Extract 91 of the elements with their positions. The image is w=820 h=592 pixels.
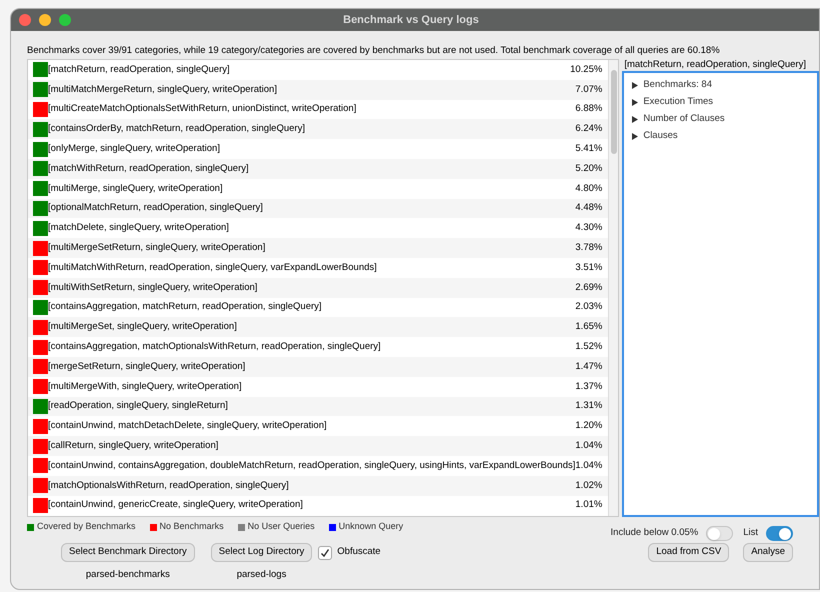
disclosure-icon [632,132,638,140]
minimize-button[interactable] [39,14,51,26]
category-name: [matchWithReturn, readOperation, singleQuery] [48,162,249,176]
tree-item[interactable]: Clauses [632,130,817,142]
category-share: 1.47% [575,360,602,374]
category-row[interactable]: [optionalMatchReturn, readOperation, singleQuery] 4.48% [28,198,608,218]
close-button[interactable] [19,14,31,26]
category-share: 3.78% [575,240,602,255]
toggle-label: List [743,526,758,540]
details-title: [matchReturn, readOperation, singleQuery] [623,59,807,71]
category-name: [matchReturn, readOperation, singleQuery] [48,62,230,77]
category-share: 4.80% [575,182,602,196]
category-share: 4.48% [575,201,602,216]
category-name: [containUnwind, matchDetachDelete, singleQuery, writeOperation] [48,419,327,434]
category-name: [containsAggregation, matchOptionalsWithReturn, readOperation, singleQuery] [48,340,381,354]
category-row[interactable]: [containUnwind, genericCreate, singleQuery, writeOperation] 1.01% [28,496,608,516]
category-name: [multiMergeSetReturn, singleQuery, writeOperation] [48,240,266,255]
category-row[interactable]: [containsOrderBy, matchReturn, readOperation, singleQuery] 6.24% [28,119,608,140]
tree-item[interactable]: Number of Clauses [632,113,817,125]
category-row[interactable]: [matchWithReturn, readOperation, singleQuery] 5.20% [28,158,608,179]
tree-item[interactable]: Execution Times [632,96,817,108]
category-name: [readOperation, singleQuery, singleReturn] [48,399,228,414]
category-share: 1.65% [575,320,602,334]
disclosure-icon [632,98,638,106]
category-share: 2.69% [575,280,602,295]
category-share: 3.51% [575,260,602,275]
category-row[interactable]: [containsAggregation, matchReturn, readOperation, singleQuery] 2.03% [28,298,608,318]
category-row[interactable]: [multiMatchMergeReturn, singleQuery, writeOperation] 7.07% [28,80,608,100]
category-row[interactable]: [multiMergeSet, singleQuery, writeOperation] 1.65% [28,317,608,338]
category-name: [multiMergeSet, singleQuery, writeOperation] [48,320,237,334]
category-row[interactable]: [readOperation, singleQuery, singleReturn] 1.31% [28,396,608,416]
category-share: 1.37% [575,380,602,394]
category-name: [multiMatchMergeReturn, singleQuery, writeOperation] [48,82,277,97]
tree-item[interactable]: Benchmarks: 84 [632,79,817,91]
category-share: 1.52% [575,340,602,354]
category-share: 1.01% [575,498,602,512]
disclosure-icon [632,116,638,122]
category-share: 1.04% [575,438,602,453]
category-name: [multiMatchWithReturn, readOperation, singleQuery, varExpandLowerBounds] [48,260,377,275]
category-name: [optionalMatchReturn, readOperation, singleQuery] [48,201,263,216]
summary-text: Benchmarks cover 39/91 categories, while 19 category/categories are covered by benchmarks but are not used. Total benchmark coverage of all queries are 60.18% [27,45,720,57]
category-name: [multiMerge, singleQuery, writeOperation] [48,182,223,196]
category-row[interactable]: [multiCreateMatchOptionalsSetWithReturn, unionDistinct, writeOperation] 6.88% [28,100,608,120]
action-button[interactable]: Analyse [743,543,793,562]
log-directory-label: parsed-logs [236,568,286,582]
toggle-switch[interactable] [766,526,793,541]
zoom-button[interactable] [59,14,71,26]
category-name: [containUnwind, genericCreate, singleQuery, writeOperation] [48,498,303,512]
category-row[interactable]: [mergeSetReturn, singleQuery, writeOperation] 1.47% [28,356,608,377]
toggle-label: Include below 0.05% [610,526,698,540]
category-row[interactable]: [callReturn, singleQuery, writeOperation] 1.04% [28,436,608,456]
scrollbar[interactable] [608,60,618,516]
legend-label: Covered by Benchmarks [37,520,136,534]
category-name: [mergeSetReturn, singleQuery, writeOperation] [48,360,246,374]
category-share: 1.04% [575,458,602,473]
category-name: [containUnwind, containsAggregation, doubleMatchReturn, readOperation, singleQuery, usingHints, varExpandLowerBounds] [48,458,576,473]
category-row[interactable]: [multiWithSetReturn, singleQuery, writeOperation] 2.69% [28,278,608,298]
category-share: 1.31% [575,399,602,414]
window-title: Benchmark vs Query logs [342,12,480,28]
category-share: 5.41% [575,142,602,156]
category-share: 6.88% [575,102,602,116]
legend-label: Unknown Query [338,520,404,534]
benchmark-directory-label: parsed-benchmarks [86,568,170,582]
toggle-switch[interactable] [706,526,734,541]
category-name: [containsOrderBy, matchReturn, readOperation, singleQuery] [48,122,305,136]
legend-label: No User Queries [248,520,315,534]
category-name: [multiCreateMatchOptionalsSetWithReturn, unionDistinct, writeOperation] [48,102,356,116]
obfuscate-label: Obfuscate [337,545,381,560]
category-name: [containsAggregation, matchReturn, readOperation, singleQuery] [48,300,322,314]
category-name: [onlyMerge, singleQuery, writeOperation] [48,142,220,156]
category-share: 1.20% [575,419,602,434]
category-name: [matchOptionalsWithReturn, readOperation, singleQuery] [48,478,289,492]
category-share: 10.25% [570,62,602,77]
action-button[interactable]: Load from CSV [648,543,730,562]
disclosure-icon [632,82,638,88]
category-share: 2.03% [575,300,602,314]
legend-label: No Benchmarks [160,520,224,534]
category-name: [callReturn, singleQuery, writeOperation] [48,438,218,453]
category-name: [multiWithSetReturn, singleQuery, writeOperation] [48,280,258,295]
category-share: 6.24% [575,122,602,136]
select-log-directory-button[interactable]: Select Log Directory [210,543,312,562]
category-row[interactable]: [matchOptionalsWithReturn, readOperation, singleQuery] 1.02% [28,476,608,496]
category-share: 4.30% [575,221,602,236]
category-row[interactable]: [multiMergeSetReturn, singleQuery, writeOperation] 3.78% [28,238,608,258]
select-benchmark-directory-button[interactable]: Select Benchmark Directory [61,543,195,562]
obfuscate-checkbox[interactable] [318,546,332,560]
category-share: 7.07% [575,82,602,97]
category-share: 5.20% [575,162,602,176]
category-share: 1.02% [575,478,602,492]
category-name: [multiMergeWith, singleQuery, writeOperation] [48,380,242,394]
category-name: [matchDelete, singleQuery, writeOperation] [48,221,229,236]
